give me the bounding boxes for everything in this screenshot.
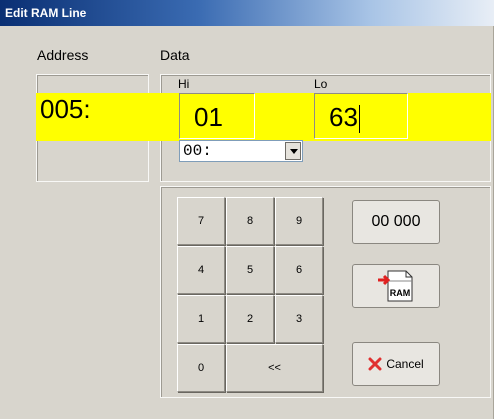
key-0[interactable]: 0 bbox=[177, 344, 225, 392]
combo-selected-value: 00: bbox=[183, 142, 212, 160]
close-icon bbox=[368, 357, 382, 371]
key-8[interactable]: 8 bbox=[226, 197, 274, 245]
hi-byte-field[interactable]: 01 bbox=[179, 93, 255, 139]
highlight-band bbox=[36, 93, 491, 141]
write-ram-button[interactable]: RAM bbox=[352, 264, 440, 308]
zero-button-label: 00 000 bbox=[371, 213, 421, 230]
address-label: Address bbox=[37, 47, 89, 63]
zero-button[interactable]: 00 000 bbox=[352, 200, 440, 244]
address-combo[interactable]: 00: bbox=[179, 140, 303, 162]
ram-icon-text: RAM bbox=[390, 288, 411, 298]
data-label: Data bbox=[160, 47, 190, 63]
chevron-down-icon[interactable] bbox=[285, 142, 301, 160]
lo-byte-value: 63 bbox=[329, 102, 358, 132]
lo-label: Lo bbox=[314, 77, 328, 91]
window-edge bbox=[494, 0, 501, 419]
backspace-key[interactable]: << bbox=[226, 344, 323, 392]
cancel-button[interactable]: Cancel bbox=[352, 342, 440, 386]
address-value: 005: bbox=[40, 94, 91, 124]
hi-label: Hi bbox=[178, 77, 190, 91]
key-2[interactable]: 2 bbox=[226, 295, 274, 343]
key-9[interactable]: 9 bbox=[275, 197, 323, 245]
key-1[interactable]: 1 bbox=[177, 295, 225, 343]
key-4[interactable]: 4 bbox=[177, 246, 225, 294]
ram-write-icon: RAM bbox=[378, 270, 413, 302]
key-5[interactable]: 5 bbox=[226, 246, 274, 294]
lo-byte-field[interactable]: 63 bbox=[314, 93, 408, 139]
text-caret bbox=[358, 105, 360, 134]
edit-ram-line-dialog: Edit RAM Line Address Data Hi Lo 005: 01… bbox=[0, 0, 494, 419]
key-3[interactable]: 3 bbox=[275, 295, 323, 343]
key-6[interactable]: 6 bbox=[275, 246, 323, 294]
window-title: Edit RAM Line bbox=[5, 6, 87, 20]
title-bar[interactable]: Edit RAM Line bbox=[0, 0, 494, 26]
hi-byte-value: 01 bbox=[194, 102, 223, 132]
key-7[interactable]: 7 bbox=[177, 197, 225, 245]
cancel-button-label: Cancel bbox=[386, 357, 424, 371]
